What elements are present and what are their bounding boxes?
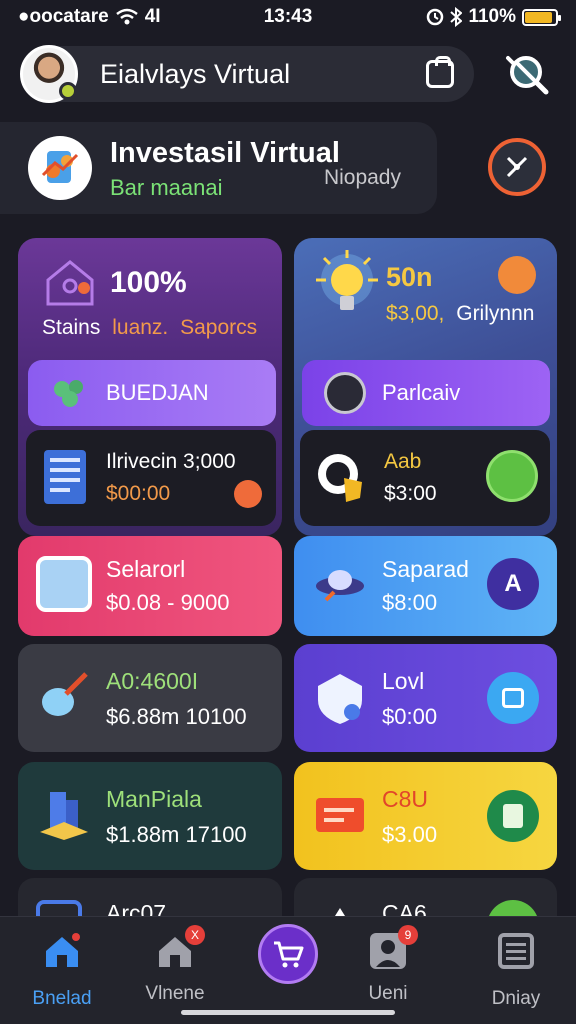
hero-side-text: Niopady: [323, 166, 401, 189]
left-card-value: $00:00: [106, 482, 171, 505]
nav-label: Ueni: [368, 983, 408, 1004]
nav-badge: X: [185, 925, 205, 945]
card-value: $3.00: [382, 822, 438, 847]
right-card-title: Aab: [384, 450, 422, 473]
alarm-icon: [427, 8, 444, 26]
card-value: $1.88m 17100: [106, 822, 247, 847]
nav-label: Bnelad: [32, 988, 92, 1009]
hero-title: Investasil Virtual: [110, 137, 340, 169]
nav-badge: 9: [398, 925, 418, 945]
right-inner-card[interactable]: Aab $3:00: [300, 430, 550, 526]
gauge-icon: [324, 372, 366, 414]
cart-icon: [274, 941, 304, 968]
nav-store[interactable]: X Vlnene: [125, 925, 225, 1005]
brush-icon: [42, 672, 88, 716]
stats-panel-right[interactable]: 50n $3,00, Grilynnn Parlcaiv Aab $3:00: [294, 238, 557, 536]
gallery-icon: [36, 556, 92, 612]
right-pill-label: Parlcaiv: [382, 380, 461, 405]
battery-icon: [522, 8, 561, 26]
network-label: 4I: [144, 6, 161, 27]
card-value: $6.88m 10100: [106, 704, 247, 729]
left-big-stat: 100%: [110, 266, 187, 299]
receipt-badge-icon[interactable]: [487, 790, 539, 842]
smart-home-icon: [46, 260, 94, 306]
city-icon: [40, 792, 88, 840]
avatar[interactable]: [20, 45, 78, 103]
status-bar: ●oocatare 4I 13:43 110%: [0, 0, 576, 34]
left-stat-label-1: Stains: [42, 316, 101, 339]
store-icon: X: [155, 925, 205, 971]
card-label: ManPiala: [106, 786, 202, 812]
orange-badge-icon[interactable]: [498, 256, 536, 294]
nav-label: Dniay: [491, 988, 541, 1009]
card-c8u[interactable]: C8U $3.00: [294, 762, 557, 870]
nav-user[interactable]: 9 Ueni: [338, 925, 438, 1005]
card-manpiala[interactable]: ManPiala $1.88m 17100: [18, 762, 282, 870]
shield-icon: [318, 454, 362, 502]
arrow-button-icon[interactable]: [234, 480, 262, 508]
header-title: Eialvlays Virtual: [100, 58, 291, 89]
battery-fill: [525, 11, 552, 23]
letter-a-icon[interactable]: A: [487, 558, 539, 610]
left-pill-label: BUEDJAN: [106, 380, 209, 405]
stats-panel-left[interactable]: 100% Stains luanz. Saporcs BUEDJAN Ilriv…: [18, 238, 282, 536]
right-pill-button[interactable]: Parlcaiv: [302, 360, 550, 426]
online-status-dot: [59, 82, 77, 100]
card-value: $8:00: [382, 590, 438, 615]
home-icon: [46, 933, 80, 967]
cart-button[interactable]: [258, 924, 318, 984]
nav-label: Vlnene: [145, 983, 205, 1004]
investment-icon: [28, 136, 92, 200]
card-label: Selarorl: [106, 556, 186, 582]
card-saparad[interactable]: Saparad $8:00 A: [294, 536, 557, 636]
refresh-badge-icon[interactable]: [486, 450, 538, 502]
user-icon: 9: [368, 925, 418, 971]
home-indicator: [181, 1010, 395, 1015]
left-inner-card[interactable]: Ilrivecin 3;000 $00:00: [26, 430, 276, 526]
ufo-icon: [316, 570, 364, 602]
card-value: $0.08 - 9000: [106, 590, 230, 615]
bluetooth-icon: [450, 7, 463, 27]
left-stat-label-2: luanz.: [112, 316, 169, 339]
nav-list[interactable]: Dniay: [466, 931, 566, 1010]
search-icon[interactable]: [500, 50, 552, 98]
shield-key-icon: [318, 674, 362, 724]
card-value: $0:00: [382, 704, 438, 729]
left-stat-label-3: Saporcs: [180, 316, 258, 339]
left-pill-button[interactable]: BUEDJAN: [28, 360, 276, 426]
card-a04600[interactable]: A0:4600I $6.88m 10100: [18, 644, 282, 752]
right-card-value: $3:00: [384, 482, 437, 505]
compass-icon[interactable]: [488, 138, 546, 196]
ticket-icon: [316, 798, 364, 832]
card-label: Saparad: [382, 556, 469, 582]
puzzle-icon: [54, 380, 83, 407]
right-stat-text: Grilynnn: [456, 302, 535, 325]
card-label: A0:4600I: [106, 668, 199, 694]
right-big-stat: 50n: [386, 262, 433, 292]
left-card-title: Ilrivecin 3;000: [106, 450, 236, 473]
right-stat-value: $3,00,: [386, 302, 445, 325]
card-lovl[interactable]: Lovl $0:00: [294, 644, 557, 752]
hero-subtitle: Bar maanai: [110, 175, 223, 200]
bag-badge-icon[interactable]: [487, 672, 539, 724]
card-label: C8U: [382, 786, 429, 812]
battery-percent: 110%: [468, 6, 516, 27]
list-icon: [498, 933, 534, 969]
card-label: Lovl: [382, 668, 425, 694]
carrier-label: ●oocatare: [18, 6, 109, 27]
lightbulb-icon: [316, 250, 378, 310]
nav-home[interactable]: Bnelad: [12, 931, 112, 1010]
profile-bar[interactable]: Eialvlays Virtual: [20, 45, 474, 103]
card-selarorl[interactable]: Selarorl $0.08 - 9000: [18, 536, 282, 636]
wifi-icon: [115, 8, 138, 25]
document-icon: [44, 450, 86, 504]
bag-icon[interactable]: [426, 56, 454, 88]
hero-banner[interactable]: Investasil Virtual Bar maanai Niopady: [0, 122, 437, 214]
